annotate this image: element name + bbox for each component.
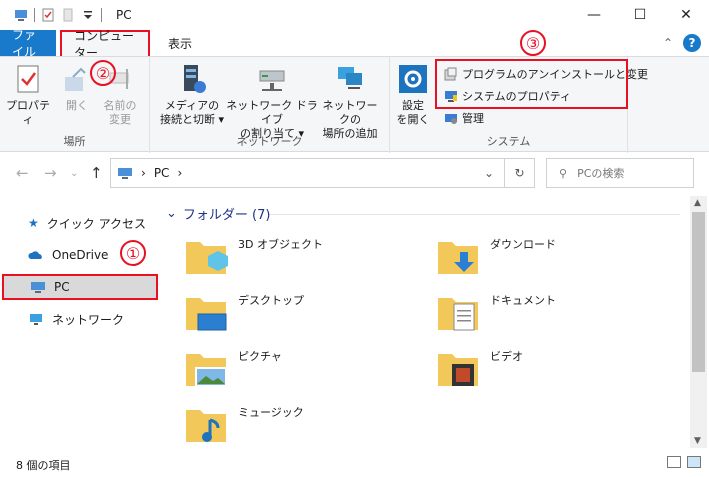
media-connect-button[interactable]: メディアの 接続と切断 ▾ xyxy=(156,63,228,127)
manage-icon xyxy=(445,114,457,124)
media-server-icon xyxy=(184,65,206,93)
up-arrow-icon[interactable]: ↑ xyxy=(90,164,103,182)
group-label-network: ネットワーク xyxy=(236,135,303,148)
manage-button[interactable]: 管理 xyxy=(444,109,484,127)
search-input[interactable]: ⚲ PCの検索 xyxy=(546,158,694,188)
item-count: 8 個の項目 xyxy=(16,458,71,472)
network-icon xyxy=(30,314,42,325)
open-settings-button[interactable]: 設定 を開く xyxy=(396,63,430,127)
breadcrumb-pc[interactable]: PC xyxy=(154,166,170,180)
documents-folder-icon xyxy=(438,298,478,331)
folder-downloads[interactable]: ダウンロード xyxy=(436,234,556,278)
annotation-box-pc xyxy=(2,274,158,300)
refresh-icon[interactable]: ↻ xyxy=(504,158,534,188)
folder-3d-objects[interactable]: 3D オブジェクト xyxy=(184,234,323,278)
address-history-dropdown-icon[interactable]: ⌄ xyxy=(475,158,503,188)
3d-objects-folder-icon xyxy=(186,242,228,274)
cloud-icon xyxy=(28,251,42,259)
large-icons-view-icon[interactable] xyxy=(687,456,701,468)
customize-dropdown-icon[interactable] xyxy=(81,8,95,22)
close-button[interactable]: ✕ xyxy=(663,0,709,30)
pc-icon xyxy=(15,10,27,21)
content-pane: ⌄ フォルダー (7) 3D オブジェクト ダウンロード デスクトップ ドキュメ… xyxy=(160,196,688,448)
map-network-drive-button[interactable]: ネットワーク ドライブ の割り当て ▾ xyxy=(226,63,318,141)
nav-item-network[interactable]: ネットワーク xyxy=(0,306,158,332)
help-icon[interactable]: ? xyxy=(683,34,701,52)
add-network-location-button[interactable]: ネットワークの 場所の追加 xyxy=(318,63,382,141)
annotation-marker-3: ③ xyxy=(520,30,546,56)
breadcrumb-separator: › xyxy=(177,166,183,180)
navigation-pane: ★ クイック アクセス OneDrive PC ネットワーク xyxy=(0,196,160,448)
star-icon: ★ xyxy=(28,216,39,230)
properties-button[interactable]: プロパティ xyxy=(6,63,50,127)
recent-locations-chevron-icon[interactable]: ⌄ xyxy=(70,168,78,179)
address-bar[interactable]: › PC › xyxy=(110,158,535,188)
videos-folder-icon xyxy=(438,354,478,386)
group-location: プロパティ 開く 名前の 変更 場所 xyxy=(0,57,150,153)
section-divider xyxy=(270,214,680,215)
separator xyxy=(34,8,35,22)
properties-icon xyxy=(17,65,39,93)
annotation-marker-2: ② xyxy=(90,60,116,86)
group-network: メディアの 接続と切断 ▾ ネットワーク ドライブ の割り当て ▾ ネットワーク… xyxy=(150,57,390,153)
maximize-button[interactable]: ☐ xyxy=(617,0,663,30)
folder-pictures[interactable]: ピクチャ xyxy=(184,346,282,390)
title-bar: PC — ☐ ✕ xyxy=(0,0,709,30)
forward-arrow-icon[interactable]: → xyxy=(44,164,57,182)
separator xyxy=(101,8,102,22)
status-bar: 8 個の項目 xyxy=(0,452,709,477)
group-label-location: 場所 xyxy=(63,135,86,148)
tab-computer[interactable]: コンピューター xyxy=(60,29,150,60)
new-folder-quick-icon[interactable] xyxy=(61,8,75,22)
back-arrow-icon[interactable]: ← xyxy=(16,164,29,182)
folder-videos[interactable]: ビデオ xyxy=(436,346,523,390)
search-icon: ⚲ xyxy=(559,166,568,180)
window-title: PC xyxy=(116,8,132,22)
folder-desktop[interactable]: デスクトップ xyxy=(184,290,304,334)
pc-icon xyxy=(118,168,132,179)
desktop-folder-icon xyxy=(186,298,227,331)
scrollbar-thumb[interactable] xyxy=(692,212,705,372)
ribbon-tabs: ファイル コンピューター 表示 ⌃ ? xyxy=(0,28,709,60)
folder-music[interactable]: ミュージック xyxy=(184,402,304,446)
folders-section-header[interactable]: ⌄ フォルダー (7) xyxy=(166,204,270,223)
network-location-icon xyxy=(338,67,362,89)
music-folder-icon xyxy=(186,410,226,442)
annotation-marker-1: ① xyxy=(120,240,146,266)
open-button[interactable]: 開く xyxy=(60,63,94,113)
collapse-chevron-icon: ⌄ xyxy=(166,206,177,221)
minimize-button[interactable]: — xyxy=(571,0,617,30)
folder-documents[interactable]: ドキュメント xyxy=(436,290,556,334)
open-icon xyxy=(65,67,86,91)
collapse-ribbon-icon[interactable]: ⌃ xyxy=(663,36,673,50)
properties-quick-icon[interactable] xyxy=(41,8,55,22)
breadcrumb-separator: › xyxy=(141,166,146,180)
tab-file[interactable]: ファイル xyxy=(0,28,56,59)
downloads-folder-icon xyxy=(438,242,478,274)
annotation-box-system-links xyxy=(435,59,628,109)
details-view-icon[interactable] xyxy=(667,456,681,468)
nav-item-quick-access[interactable]: ★ クイック アクセス xyxy=(0,210,158,236)
vertical-scrollbar[interactable]: ▲ ▼ xyxy=(690,196,707,448)
tab-view[interactable]: 表示 xyxy=(156,30,204,56)
navigation-row: ← → ⌄ ↑ › PC › ⌄ ↻ ⚲ PCの検索 xyxy=(0,158,709,188)
scroll-up-arrow-icon[interactable]: ▲ xyxy=(694,198,701,208)
group-label-system: システム xyxy=(486,135,531,148)
pictures-folder-icon xyxy=(186,354,227,387)
scroll-down-arrow-icon[interactable]: ▼ xyxy=(694,436,701,446)
network-drive-icon xyxy=(259,70,285,91)
settings-gear-icon xyxy=(399,65,427,93)
